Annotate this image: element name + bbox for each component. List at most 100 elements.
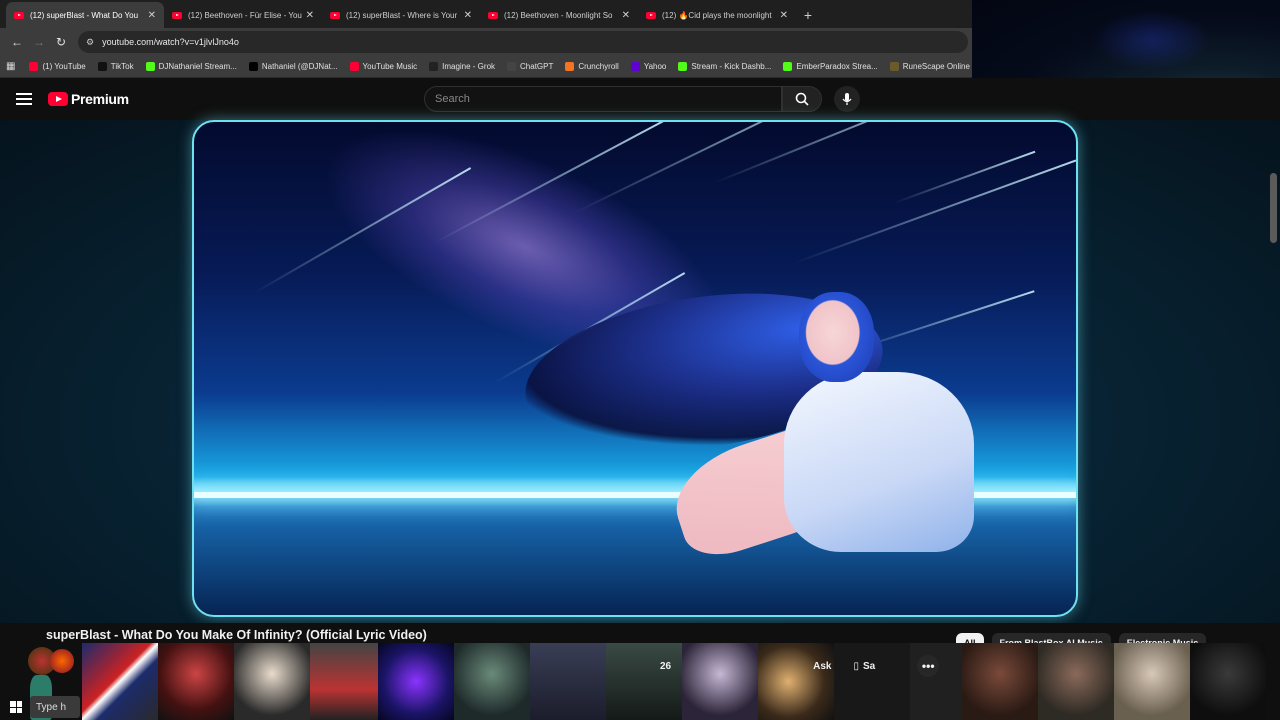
site-info-icon[interactable]: ⚙ (86, 37, 94, 48)
video-actions: 26 Ask ▯ Sa ••• (660, 655, 940, 677)
bookmark-label: (1) YouTube (42, 62, 86, 71)
address-bar[interactable]: ⚙ youtube.com/watch?v=v1jlvlJno4o (78, 31, 968, 53)
browser-tab[interactable]: (12) Beethoven - Für Elise - You ✕ (164, 2, 322, 28)
youtube-premium-logo[interactable]: Premium (48, 91, 129, 107)
voice-search-button[interactable] (834, 86, 860, 112)
bookmark-label: Yahoo (643, 62, 667, 71)
windows-start-icon[interactable] (10, 701, 22, 713)
search-button[interactable] (782, 86, 822, 112)
bookmark-item[interactable]: Crunchyroll (565, 62, 619, 71)
kick-icon (145, 62, 155, 71)
bookmark-item[interactable]: (1) YouTube (29, 62, 86, 71)
thumbnail[interactable] (158, 643, 234, 720)
anime-girl-dress (784, 372, 974, 552)
save-button[interactable]: ▯ Sa (853, 661, 875, 672)
bookmark-item[interactable]: Stream - Kick Dashb... (678, 62, 771, 71)
video-frame[interactable] (192, 120, 1078, 617)
tab-title: (12) superBlast - What Do You (30, 10, 139, 20)
bookmarks-bar: ▦ (1) YouTube TikTok DJNathaniel Stream...… (0, 56, 972, 78)
tab-title: (12) 🔥Cid plays the moonlight (662, 10, 772, 20)
more-actions-button[interactable]: ••• (917, 655, 940, 677)
close-icon[interactable]: ✕ (780, 10, 788, 21)
windows-taskbar: Type h (0, 694, 82, 720)
runescape-icon (889, 62, 899, 71)
bookmark-label: EmberParadox Strea... (796, 62, 878, 71)
search-icon (795, 92, 809, 106)
youtube-music-icon (349, 62, 359, 71)
youtube-favicon-icon (330, 11, 340, 19)
close-icon[interactable]: ✕ (148, 10, 156, 21)
bookmark-item[interactable]: Yahoo (630, 62, 667, 71)
taskbar-search-input[interactable]: Type h (30, 696, 80, 718)
thumbnail[interactable] (1190, 643, 1266, 720)
bookmark-item[interactable]: DJNathaniel Stream... (145, 62, 237, 71)
meteor-streak (713, 122, 937, 184)
bookmark-item[interactable]: RuneScape Online (889, 62, 970, 71)
tiktok-icon (97, 62, 107, 71)
bookmark-item[interactable]: Nathaniel (@DJNat... (248, 62, 338, 71)
page-scrollbar[interactable] (1270, 173, 1277, 243)
save-label: Sa (863, 660, 876, 672)
back-arrow-icon[interactable]: ← (6, 31, 28, 53)
bookmark-item[interactable]: YouTube Music (349, 62, 418, 71)
bookmark-label: YouTube Music (362, 62, 418, 71)
microphone-icon (842, 93, 852, 105)
anime-girl-head (799, 292, 874, 382)
yahoo-icon (630, 62, 640, 71)
browser-tab[interactable]: (12) superBlast - What Do You ✕ (6, 2, 164, 28)
thumbnail[interactable] (454, 643, 530, 720)
crunchyroll-icon (565, 62, 575, 71)
youtube-favicon-icon (14, 11, 24, 19)
close-icon[interactable]: ✕ (464, 10, 472, 21)
webcam-light (1092, 10, 1212, 70)
close-icon[interactable]: ✕ (306, 10, 314, 21)
thumbnail[interactable] (378, 643, 454, 720)
thumbnail[interactable] (962, 643, 1038, 720)
bookmark-label: DJNathaniel Stream... (158, 62, 237, 71)
browser-tab[interactable]: (12) Beethoven - Moonlight So ✕ (480, 2, 638, 28)
bookmark-item[interactable]: TikTok (97, 62, 134, 71)
thumbnail[interactable] (1038, 643, 1114, 720)
avatar (50, 649, 74, 673)
meteor-streak (793, 159, 1076, 264)
bookmark-item[interactable]: EmberParadox Strea... (783, 62, 878, 71)
grok-icon (429, 62, 439, 71)
thumbnail[interactable] (530, 643, 606, 720)
forward-arrow-icon[interactable]: → (28, 31, 50, 53)
thumbnail[interactable] (82, 643, 158, 720)
video-player[interactable] (0, 120, 1280, 623)
close-icon[interactable]: ✕ (622, 10, 630, 21)
ask-button[interactable]: Ask (813, 661, 831, 672)
youtube-favicon-icon (488, 11, 498, 19)
browser-tab[interactable]: (12) superBlast - Where is Your ✕ (322, 2, 480, 28)
bookmark-label: Imagine - Grok (442, 62, 496, 71)
browser-tab-strip: (12) superBlast - What Do You ✕ (12) Bee… (0, 0, 972, 28)
apps-grid-icon[interactable]: ▦ (6, 61, 15, 72)
thumbnail[interactable] (234, 643, 310, 720)
browser-tab[interactable]: (12) 🔥Cid plays the moonlight ✕ (638, 2, 796, 28)
youtube-logo-icon (48, 92, 68, 106)
bookmark-label: Nathaniel (@DJNat... (261, 62, 338, 71)
url-text: youtube.com/watch?v=v1jlvlJno4o (102, 37, 239, 47)
hamburger-menu-icon[interactable] (14, 90, 34, 108)
video-title: superBlast - What Do You Make Of Infinit… (46, 628, 427, 642)
youtube-icon (29, 62, 39, 71)
thumbnail-strip (0, 643, 1280, 720)
bookmark-label: Crunchyroll (578, 62, 619, 71)
chatgpt-icon (507, 62, 517, 71)
thumbnail[interactable] (310, 643, 378, 720)
bookmark-item[interactable]: ChatGPT (507, 62, 553, 71)
youtube-favicon-icon (646, 11, 656, 19)
youtube-masthead: Premium Search (0, 78, 1280, 120)
youtube-favicon-icon (172, 11, 182, 19)
screen: (12) superBlast - What Do You ✕ (12) Bee… (0, 0, 1280, 720)
like-count[interactable]: 26 (660, 661, 671, 672)
bookmark-label: RuneScape Online (902, 62, 970, 71)
search-input[interactable]: Search (424, 86, 782, 112)
new-tab-button[interactable]: + (796, 2, 820, 28)
bookmark-item[interactable]: Imagine - Grok (429, 62, 495, 71)
meteor-streak (893, 150, 1036, 204)
tab-title: (12) superBlast - Where is Your (346, 10, 458, 20)
reload-icon[interactable]: ↻ (50, 31, 72, 53)
thumbnail[interactable] (1114, 643, 1190, 720)
